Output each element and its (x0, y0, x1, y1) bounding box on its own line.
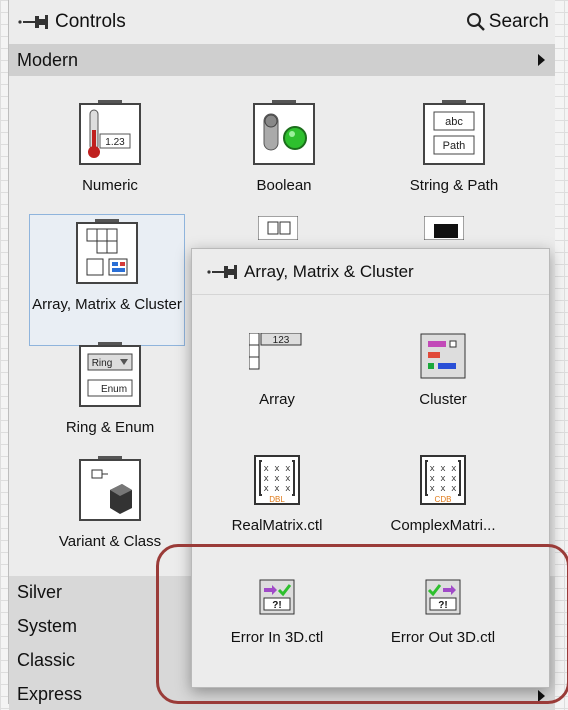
category-express-label: Express (17, 683, 83, 704)
popup-tile-realmatrix[interactable]: x x x x x x x x x DBL RealMatrix.ctl (192, 455, 362, 575)
category-system-label: System (17, 615, 78, 636)
error-out-icon: ?! (425, 579, 461, 615)
boolean-icon (253, 100, 315, 165)
category-classic-label: Classic (17, 649, 76, 670)
popup-error-out-label: Error Out 3D.ctl (390, 629, 496, 646)
string-path-icon: abc Path (423, 100, 485, 165)
search-button[interactable]: Search (466, 11, 549, 33)
tile-boolean-label: Boolean (256, 177, 312, 194)
expand-arrow-icon (538, 54, 545, 66)
palette-title: Controls (55, 11, 126, 32)
popup-complexmatrix-label: ComplexMatri... (390, 517, 496, 534)
category-modern[interactable]: Modern (9, 44, 555, 76)
path-icon-text: Path (443, 140, 466, 152)
error-in-icon: ?! (259, 579, 295, 615)
popup-realmatrix-label: RealMatrix.ctl (231, 517, 323, 534)
search-icon (466, 13, 485, 31)
tile-numeric[interactable]: 1.23 Numeric (35, 100, 185, 220)
graph-icon (424, 216, 464, 240)
real-matrix-tag: DBL (269, 495, 285, 504)
array-icon-text: 123 (273, 335, 290, 346)
palette-header: Controls Search (9, 0, 555, 44)
popup-cluster-label: Cluster (419, 391, 467, 408)
palette-title-area: Controls (17, 11, 126, 33)
svg-text:x x x: x x x (263, 474, 290, 484)
tile-string-path-label: String & Path (409, 177, 499, 194)
ring-icon-text: Ring (92, 358, 113, 369)
category-modern-label: Modern (17, 49, 79, 70)
cluster-icon (420, 333, 466, 379)
error-in-icon-text: ?! (272, 600, 281, 611)
popup-tile-error-out[interactable]: ?! Error Out 3D.ctl (358, 579, 528, 699)
svg-text:x x x: x x x (429, 464, 456, 474)
svg-text:x x x: x x x (263, 464, 290, 474)
list-icon (258, 216, 298, 240)
array-icon: 123 (249, 333, 302, 370)
express-arrow-icon (538, 690, 545, 702)
tile-boolean[interactable]: Boolean (209, 100, 359, 220)
real-matrix-icon: x x x x x x x x x DBL (254, 455, 300, 505)
numeric-icon: 1.23 (79, 100, 141, 165)
tile-variant-class-label: Variant & Class (58, 533, 162, 550)
popup-header: Array, Matrix & Cluster (192, 249, 549, 295)
popup-array-label: Array (259, 391, 295, 408)
tile-array-matrix-cluster[interactable]: Array, Matrix & Cluster (29, 214, 185, 346)
svg-text:x x x: x x x (429, 474, 456, 484)
svg-text:x x x: x x x (263, 484, 290, 494)
variant-class-icon (79, 456, 141, 521)
tile-string-path[interactable]: abc Path String & Path (379, 100, 529, 220)
complex-matrix-tag: CDB (435, 495, 452, 504)
tile-ring-enum-label: Ring & Enum (65, 419, 155, 436)
array-matrix-cluster-popup: Array, Matrix & Cluster 123 Array Cluste… (191, 248, 550, 688)
numeric-icon-text: 1.23 (105, 137, 125, 148)
popup-tile-array[interactable]: 123 Array (192, 333, 362, 453)
tile-array-matrix-cluster-label: Array, Matrix & Cluster (32, 296, 182, 313)
tile-variant-class[interactable]: Variant & Class (35, 456, 185, 576)
popup-tile-error-in[interactable]: ?! Error In 3D.ctl (192, 579, 362, 699)
array-matrix-cluster-icon (76, 219, 138, 284)
error-out-icon-text: ?! (438, 600, 447, 611)
pin-icon[interactable] (17, 12, 51, 32)
svg-text:x x x: x x x (429, 484, 456, 494)
tile-numeric-label: Numeric (82, 177, 138, 194)
category-silver-label: Silver (17, 581, 63, 602)
ring-enum-icon: Ring Enum (79, 342, 141, 407)
search-label: Search (488, 11, 549, 32)
popup-pin-icon[interactable] (206, 262, 240, 282)
string-icon-text: abc (445, 116, 463, 128)
enum-icon-text: Enum (101, 384, 127, 395)
popup-tile-complexmatrix[interactable]: x x x x x x x x x CDB ComplexMatri... (358, 455, 528, 575)
popup-error-in-label: Error In 3D.ctl (230, 629, 324, 646)
popup-tile-cluster[interactable]: Cluster (358, 333, 528, 453)
popup-title: Array, Matrix & Cluster (244, 261, 414, 281)
tile-ring-enum[interactable]: Ring Enum Ring & Enum (35, 342, 185, 462)
complex-matrix-icon: x x x x x x x x x CDB (420, 455, 466, 505)
